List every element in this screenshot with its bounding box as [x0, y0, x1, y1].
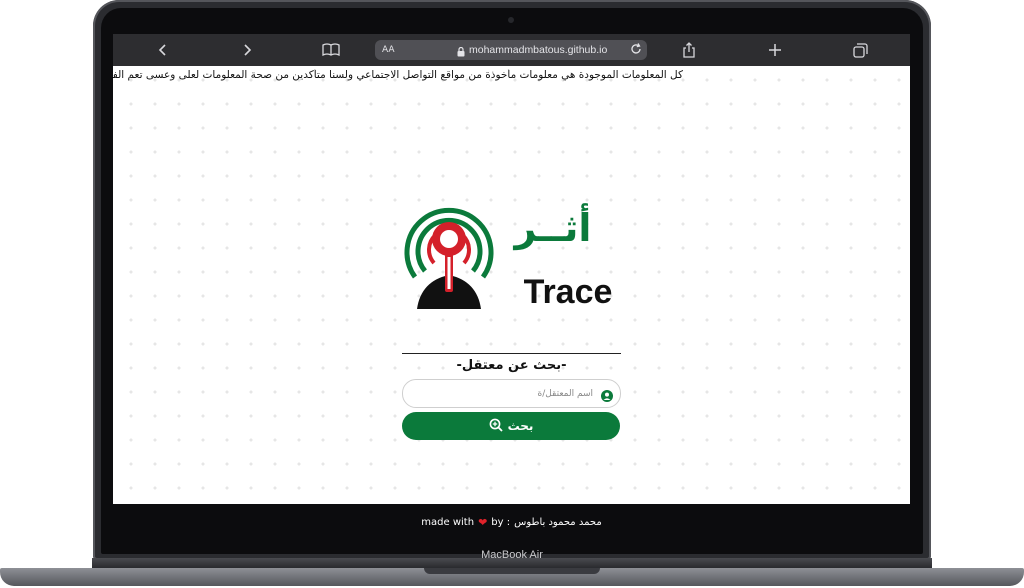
logo-arabic-text: أثــر — [513, 203, 592, 250]
new-tab-icon[interactable] — [763, 40, 787, 60]
url-text: mohammadmbatous.github.io — [469, 44, 608, 56]
footer-by: by : — [491, 516, 511, 528]
page-content: كل المعلومات الموجودة هي معلومات مأخوذة … — [113, 66, 910, 504]
reader-icon[interactable] — [319, 40, 343, 60]
logo-divider — [402, 353, 621, 354]
back-icon[interactable] — [151, 40, 175, 60]
share-icon[interactable] — [677, 40, 701, 60]
laptop-base: MacBook Air — [0, 549, 1024, 588]
lock-icon — [457, 45, 465, 65]
footer-made-with: made with — [421, 516, 475, 528]
reload-icon[interactable] — [629, 42, 643, 64]
search-button-label: بحث — [507, 419, 534, 433]
address-bar[interactable]: AA mohammadmbatous.github.io — [375, 40, 647, 60]
forward-icon[interactable] — [235, 40, 259, 60]
search-button[interactable]: بحث — [402, 412, 620, 440]
logo-english-text: Trace — [524, 273, 613, 311]
device-label: MacBook Air — [481, 549, 543, 561]
trackpad-notch — [424, 568, 600, 574]
tabs-icon[interactable] — [848, 40, 872, 60]
heart-icon: ❤ — [478, 515, 488, 529]
detainee-name-field[interactable] — [402, 379, 621, 408]
browser-toolbar: AA mohammadmbatous.github.io — [113, 34, 910, 66]
camera-icon — [508, 17, 514, 23]
page-footer: made with ❤ by : محمد محمود باطوس — [113, 504, 910, 540]
user-icon — [601, 387, 613, 406]
disclaimer-marquee: كل المعلومات الموجودة هي معلومات مأخوذة … — [113, 69, 683, 81]
browser-window: AA mohammadmbatous.github.io كل المعلوما… — [113, 34, 910, 504]
trace-logo: أثــر Trace — [404, 203, 613, 311]
page-subtitle: -بحث عن معتقل- — [456, 358, 567, 373]
text-size-button[interactable]: AA — [382, 40, 395, 60]
footer-author: محمد محمود باطوس — [514, 516, 602, 528]
detainee-name-input[interactable] — [413, 380, 593, 407]
search-plus-icon — [489, 418, 503, 435]
